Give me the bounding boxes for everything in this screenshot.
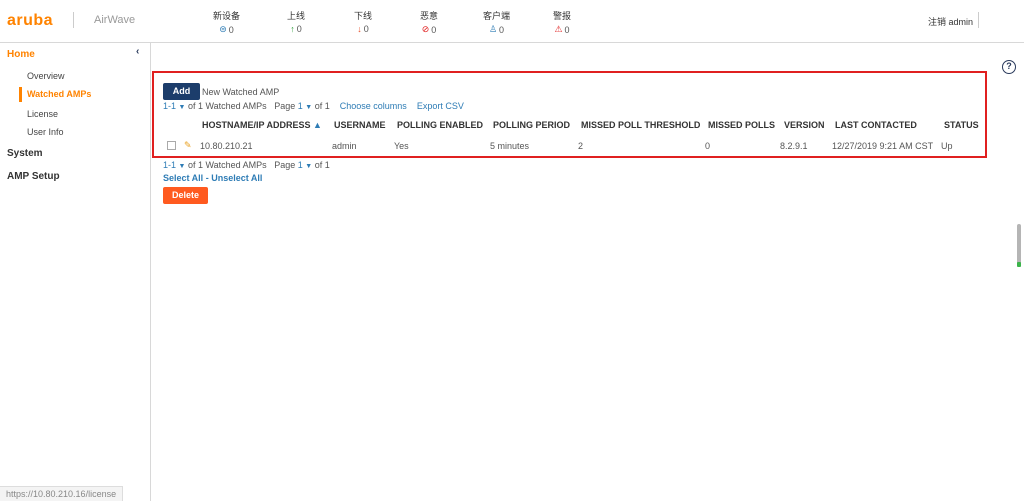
sidebar-item-license[interactable]: License xyxy=(27,109,58,119)
row-checkbox[interactable] xyxy=(167,141,176,150)
edit-pencil-icon[interactable]: ✎ xyxy=(184,140,192,151)
page-select[interactable]: 1 xyxy=(298,160,303,170)
stat-value: 0 xyxy=(296,24,302,34)
page-label: Page xyxy=(274,160,296,170)
aruba-logo[interactable]: aruba xyxy=(7,12,53,30)
caret-down-icon[interactable]: ▼ xyxy=(305,163,312,170)
stat-alerts[interactable]: 警报 ⚠ 0 xyxy=(553,9,571,35)
arrow-down-icon: ↓ xyxy=(357,24,362,34)
user-icon: ♙ xyxy=(488,24,498,34)
stat-value: 0 xyxy=(499,24,505,35)
stat-label: 恶意 xyxy=(420,11,439,21)
logout-user-link[interactable]: 注销 admin xyxy=(928,15,973,28)
help-icon[interactable]: ? xyxy=(1002,60,1016,74)
column-header-username[interactable]: USERNAME xyxy=(334,120,386,130)
status-url: https://10.80.210.16/license xyxy=(0,486,124,501)
cell-last-contacted: 12/27/2019 9:21 AM CST xyxy=(832,141,934,151)
scrollbar-thumb[interactable] xyxy=(1017,224,1021,264)
choose-columns-link[interactable]: Choose columns xyxy=(340,101,407,111)
page-select[interactable]: 1 xyxy=(298,101,303,111)
cell-polling-period: 5 minutes xyxy=(490,141,530,151)
column-header-polling-enabled[interactable]: POLLING ENABLED xyxy=(397,120,483,130)
sidebar: Home ‹ Overview Watched AMPs License Use… xyxy=(0,43,151,501)
page-of: of 1 xyxy=(314,160,330,170)
stat-value: 0 xyxy=(363,24,369,34)
page-of: of 1 xyxy=(314,101,330,111)
range-select[interactable]: 1-1 xyxy=(163,160,176,170)
cell-missed-poll-threshold: 2 xyxy=(578,141,584,151)
header-divider xyxy=(73,12,74,28)
hostname-link[interactable]: 10.80.210.21 xyxy=(200,141,253,151)
arrow-up-icon: ↑ xyxy=(290,24,295,34)
cell-polling-enabled: Yes xyxy=(394,141,409,151)
column-header-missed-poll-threshold[interactable]: MISSED POLL THRESHOLD xyxy=(581,120,700,130)
pager-count: of 1 Watched AMPs xyxy=(187,101,267,111)
sort-asc-icon[interactable]: ▲ xyxy=(313,120,322,130)
select-all-link[interactable]: Select All xyxy=(163,173,203,183)
stat-online[interactable]: 上线 ↑ 0 xyxy=(287,9,305,34)
cell-missed-polls: 0 xyxy=(705,141,711,151)
select-separator: - xyxy=(205,173,209,183)
warning-icon: ⚠ xyxy=(554,24,563,34)
pager-count: of 1 Watched AMPs xyxy=(187,160,267,170)
column-header-polling-period[interactable]: POLLING PERIOD xyxy=(493,120,570,130)
caret-down-icon[interactable]: ▼ xyxy=(179,104,186,111)
stat-clients[interactable]: 客户端 ♙ 0 xyxy=(483,9,510,35)
column-header-status[interactable]: STATUS xyxy=(944,120,979,130)
top-header: aruba AirWave 新设备 ⊜ 0 上线 ↑ 0 下线 ↓ 0 恶意 ⊘ 0 客… xyxy=(0,0,1024,43)
stat-offline[interactable]: 下线 ↓ 0 xyxy=(354,9,372,34)
stat-label: 上线 xyxy=(287,11,306,21)
column-header-missed-polls[interactable]: MISSED POLLS xyxy=(708,120,775,130)
stat-value: 0 xyxy=(564,24,570,35)
stat-label: 警报 xyxy=(553,11,572,21)
cell-username: admin xyxy=(332,141,357,151)
selection-links: Select All - Unselect All xyxy=(163,173,262,183)
stat-new-devices[interactable]: 新设备 ⊜ 0 xyxy=(213,9,240,35)
header-divider xyxy=(978,12,979,28)
column-header-last-contacted[interactable]: LAST CONTACTED xyxy=(835,120,917,130)
sidebar-section-system[interactable]: System xyxy=(7,148,43,159)
stat-label: 客户端 xyxy=(483,11,511,21)
export-csv-link[interactable]: Export CSV xyxy=(417,101,464,111)
sidebar-item-overview[interactable]: Overview xyxy=(27,71,65,81)
prohibited-icon: ⊘ xyxy=(421,24,430,34)
stat-label: 下线 xyxy=(354,11,373,21)
stat-value: 0 xyxy=(228,24,234,35)
column-header-version[interactable]: VERSION xyxy=(784,120,825,130)
pager-top: 1-1 ▼ of 1 Watched AMPs Page 1 ▼ of 1 Ch… xyxy=(163,101,464,111)
sidebar-section-amp-setup[interactable]: AMP Setup xyxy=(7,171,60,182)
sidebar-item-user-info[interactable]: User Info xyxy=(27,127,64,137)
delete-button[interactable]: Delete xyxy=(163,187,208,204)
collapse-chevron-icon[interactable]: ‹ xyxy=(136,46,139,57)
caret-down-icon[interactable]: ▼ xyxy=(179,163,186,170)
cell-status: Up xyxy=(941,141,953,151)
stat-rogue[interactable]: 恶意 ⊘ 0 xyxy=(420,9,438,35)
page-label: Page xyxy=(274,101,296,111)
add-button[interactable]: Add xyxy=(163,83,200,100)
new-device-icon: ⊜ xyxy=(219,24,227,34)
stat-value: 0 xyxy=(431,24,437,35)
scrollbar-indicator xyxy=(1017,262,1021,267)
caret-down-icon[interactable]: ▼ xyxy=(305,104,312,111)
sidebar-item-watched-amps[interactable]: Watched AMPs xyxy=(27,89,91,99)
product-name: AirWave xyxy=(94,14,136,26)
pager-bottom: 1-1 ▼ of 1 Watched AMPs Page 1 ▼ of 1 xyxy=(163,160,330,170)
range-select[interactable]: 1-1 xyxy=(163,101,176,111)
sidebar-section-home[interactable]: Home xyxy=(7,49,35,60)
cell-version: 8.2.9.1 xyxy=(780,141,808,151)
stat-label: 新设备 xyxy=(213,11,241,21)
active-indicator xyxy=(19,87,22,102)
add-description: New Watched AMP xyxy=(202,87,280,97)
unselect-all-link[interactable]: Unselect All xyxy=(211,173,262,183)
column-header-hostname[interactable]: HOSTNAME/IP ADDRESS ▲ xyxy=(202,120,322,130)
